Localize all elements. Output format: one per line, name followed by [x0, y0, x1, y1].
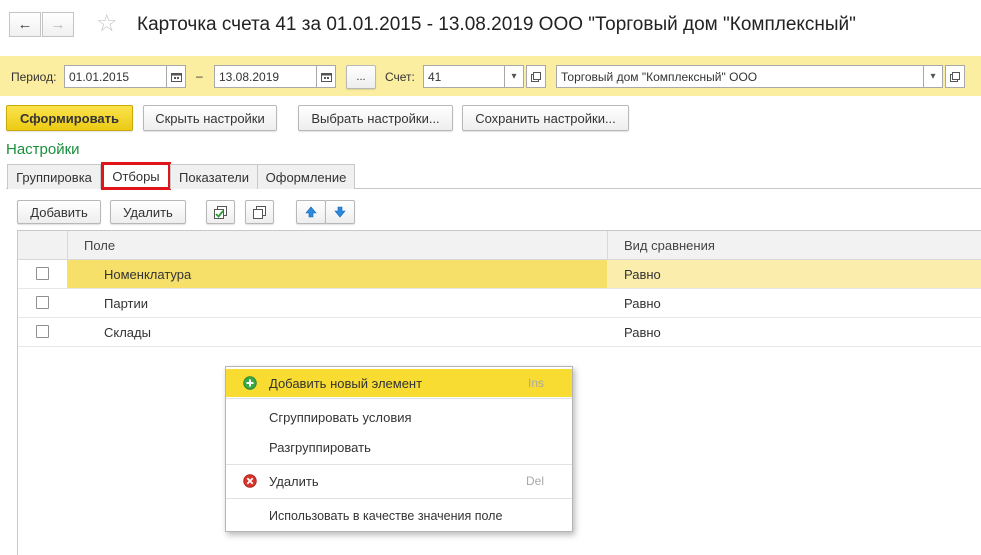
period-label: Период:: [11, 70, 57, 84]
delete-circle-icon: [243, 474, 257, 488]
organization-field[interactable]: Торговый дом "Комплексный" ООО: [556, 65, 924, 88]
row-comparison: Равно: [624, 295, 661, 311]
arrow-down-icon: [334, 206, 346, 218]
header-divider: [607, 231, 608, 260]
date-from-calendar-button[interactable]: [166, 65, 186, 88]
menu-item-shortcut: Ins: [527, 376, 544, 390]
arrow-left-icon: ←: [17, 16, 33, 33]
calendar-icon: [170, 72, 182, 82]
context-menu: Добавить новый элемент Ins Сгруппировать…: [225, 366, 573, 532]
back-button[interactable]: ←: [9, 12, 41, 37]
chevron-down-icon: ▾: [511, 71, 517, 82]
account-dropdown-button[interactable]: ▾: [504, 65, 524, 88]
tab-filters[interactable]: Отборы: [101, 162, 171, 190]
period-select-button[interactable]: ...: [346, 65, 376, 89]
open-icon: [950, 71, 960, 82]
date-to-calendar-button[interactable]: [316, 65, 336, 88]
tab-appearance[interactable]: Оформление: [257, 164, 355, 189]
table-row[interactable]: Склады Равно: [18, 318, 981, 347]
check-all-button[interactable]: [206, 200, 235, 224]
calendar-icon: [320, 72, 332, 82]
column-header-field[interactable]: Поле: [84, 231, 115, 259]
menu-separator: [226, 498, 572, 499]
add-circle-icon: [243, 376, 257, 390]
account-label: Счет:: [385, 70, 415, 84]
check-all-icon: [213, 205, 227, 219]
menu-item-add-new[interactable]: Добавить новый элемент Ins: [226, 369, 572, 397]
tab-indicators[interactable]: Показатели: [170, 164, 258, 189]
selected-row-band: [607, 260, 981, 288]
move-up-button[interactable]: [296, 200, 326, 224]
chevron-down-icon: ▾: [930, 71, 936, 82]
generate-button[interactable]: Сформировать: [6, 105, 133, 131]
delete-filter-button[interactable]: Удалить: [110, 200, 186, 224]
menu-item-group-conditions[interactable]: Сгруппировать условия: [226, 403, 572, 431]
menu-item-shortcut: Del: [525, 474, 544, 488]
move-down-button[interactable]: [325, 200, 355, 224]
page-title: Карточка счета 41 за 01.01.2015 - 13.08.…: [137, 14, 856, 35]
row-checkbox[interactable]: [36, 325, 49, 338]
menu-item-delete[interactable]: Удалить Del: [226, 467, 572, 495]
header-divider: [67, 231, 68, 260]
tab-grouping[interactable]: Группировка: [7, 164, 101, 189]
menu-item-label: Удалить: [269, 473, 319, 489]
organization-open-button[interactable]: [945, 65, 965, 88]
menu-item-label: Добавить новый элемент: [269, 375, 423, 391]
row-comparison: Равно: [624, 266, 661, 282]
menu-item-label: Использовать в качестве значения поле: [269, 509, 503, 523]
row-comparison: Равно: [624, 324, 661, 340]
menu-item-label: Сгруппировать условия: [269, 409, 412, 425]
settings-heading: Настройки: [6, 141, 80, 158]
date-to-field[interactable]: 13.08.2019: [214, 65, 317, 88]
date-from-field[interactable]: 01.01.2015: [64, 65, 167, 88]
account-open-button[interactable]: [526, 65, 546, 88]
row-field: Склады: [104, 324, 151, 340]
account-field[interactable]: 41: [423, 65, 505, 88]
column-header-comparison[interactable]: Вид сравнения: [624, 231, 715, 259]
favorite-star-icon[interactable]: ☆: [96, 11, 118, 37]
forward-button[interactable]: →: [42, 12, 74, 37]
hide-settings-button[interactable]: Скрыть настройки: [143, 105, 277, 131]
open-icon: [531, 71, 541, 82]
arrow-up-icon: [305, 206, 317, 218]
table-row[interactable]: Партии Равно: [18, 289, 981, 318]
add-filter-button[interactable]: Добавить: [17, 200, 101, 224]
choose-settings-button[interactable]: Выбрать настройки...: [298, 105, 453, 131]
row-checkbox[interactable]: [36, 296, 49, 309]
menu-item-label: Разгруппировать: [269, 439, 371, 455]
menu-item-use-as-field-value[interactable]: Использовать в качестве значения поле: [226, 502, 572, 530]
menu-separator: [226, 464, 572, 465]
row-field: Номенклатура: [104, 266, 192, 282]
row-checkbox[interactable]: [36, 267, 49, 280]
uncheck-all-button[interactable]: [245, 200, 274, 224]
organization-dropdown-button[interactable]: ▾: [923, 65, 943, 88]
uncheck-all-icon: [252, 205, 266, 219]
row-field: Партии: [104, 295, 148, 311]
table-header: Поле Вид сравнения: [18, 231, 981, 260]
arrow-right-icon: →: [50, 16, 66, 33]
menu-item-ungroup[interactable]: Разгруппировать: [226, 433, 572, 461]
period-dash: –: [196, 69, 203, 83]
save-settings-button[interactable]: Сохранить настройки...: [462, 105, 629, 131]
menu-separator: [226, 398, 572, 399]
table-row[interactable]: Номенклатура Равно: [18, 260, 981, 289]
